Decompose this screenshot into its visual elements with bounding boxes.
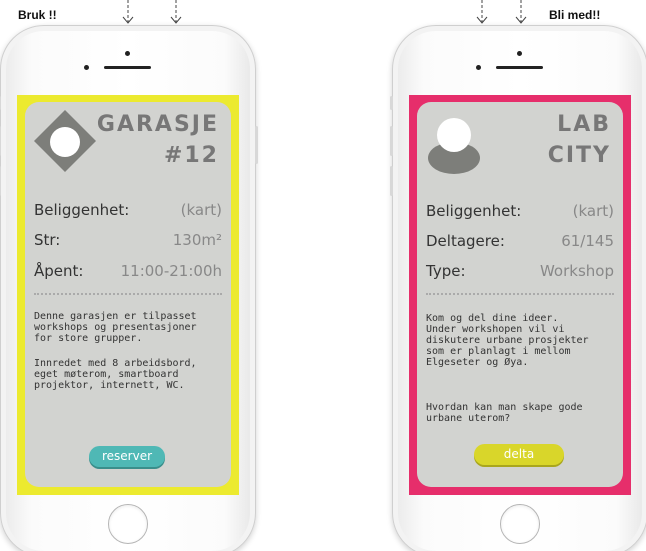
screen-left: GARASJE #12 Beliggenhet: (kart) Str: 130… [17,95,239,495]
map-link[interactable]: (kart) [573,202,614,220]
info-value: 61/145 [561,232,614,250]
description-paragraph: Innredet med 8 arbeidsbord, eget møterom… [34,358,197,391]
event-title-line2: CITY [547,143,611,168]
info-label: Åpent: [34,262,84,280]
label-bli-med: Bli med!! [549,8,601,22]
description-paragraph: Denne garasjen er tilpasset workshops og… [34,311,197,344]
venue-title-line1: GARASJE [96,112,219,137]
diamond-circle-icon [34,110,96,172]
info-row-size: Str: 130m² [34,231,222,249]
phone-left: GARASJE #12 Beliggenhet: (kart) Str: 130… [0,25,258,551]
info-label: Str: [34,231,61,249]
arrow-down-icon [122,0,134,24]
front-camera [517,51,522,56]
info-label: Beliggenhet: [426,202,522,220]
reserve-button[interactable]: reserver [89,446,165,467]
earpiece-speaker [104,66,151,69]
info-label: Beliggenhet: [34,201,130,219]
volume-down-button [0,166,1,196]
info-row-type: Type: Workshop [426,262,614,280]
label-bruk: Bruk !! [18,8,57,22]
venue-card: GARASJE #12 Beliggenhet: (kart) Str: 130… [25,102,231,487]
description-paragraph: Hvordan kan man skape gode urbane uterom… [426,402,583,424]
dotted-divider [34,293,222,295]
info-label: Deltagere: [426,232,505,250]
info-row-location: Beliggenhet: (kart) [426,202,614,220]
arrow-down-icon [476,0,488,24]
info-row-hours: Åpent: 11:00-21:00h [34,262,222,280]
mute-switch [0,96,1,110]
info-value: 11:00-21:00h [120,262,222,280]
front-camera [125,51,130,56]
info-row-participants: Deltagere: 61/145 [426,232,614,250]
mockup-stage: Bruk !! Bli med!! GARASJE #12 Beliggenhe… [0,0,646,551]
info-label: Type: [426,262,466,280]
volume-up-button [0,126,1,156]
volume-up-button [390,126,393,156]
arrow-down-icon [515,0,527,24]
screen-right: LAB CITY Beliggenhet: (kart) Deltagere: … [409,95,631,495]
arrow-down-icon [170,0,182,24]
mute-switch [390,96,393,110]
join-button[interactable]: delta [474,444,564,465]
venue-title-line2: #12 [163,143,219,168]
proximity-sensor [84,65,89,70]
power-button [255,126,258,164]
info-value: 130m² [172,231,222,249]
info-value: Workshop [539,262,614,280]
event-card: LAB CITY Beliggenhet: (kart) Deltagere: … [417,102,623,487]
earpiece-speaker [496,66,543,69]
event-title-line1: LAB [557,112,611,137]
home-button[interactable] [108,504,148,544]
proximity-sensor [476,65,481,70]
phone-right: LAB CITY Beliggenhet: (kart) Deltagere: … [390,25,646,551]
description-paragraph: Kom og del dine ideer. Under workshopen … [426,313,589,368]
volume-down-button [390,166,393,196]
person-avatar-icon [428,118,480,174]
dotted-divider [426,293,614,295]
info-row-location: Beliggenhet: (kart) [34,201,222,219]
map-link[interactable]: (kart) [181,201,222,219]
home-button[interactable] [500,504,540,544]
